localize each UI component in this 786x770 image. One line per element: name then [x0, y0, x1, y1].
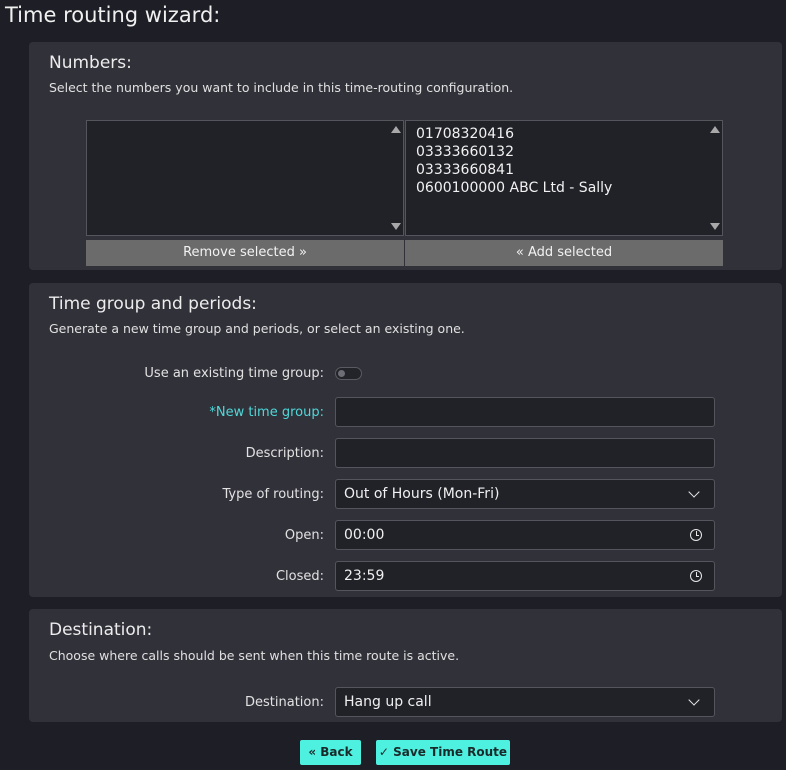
numbers-title: Numbers:	[49, 53, 132, 73]
page-title: Time routing wizard:	[5, 3, 221, 27]
back-button[interactable]: « Back	[300, 740, 361, 765]
list-item[interactable]: 03333660841	[416, 161, 722, 179]
numbers-description: Select the numbers you want to include i…	[49, 80, 514, 95]
destination-description: Choose where calls should be sent when t…	[49, 648, 460, 663]
time-group-description: Generate a new time group and periods, o…	[49, 321, 465, 336]
chevron-down-icon	[688, 694, 700, 706]
list-item[interactable]: 01708320416	[416, 125, 722, 143]
destination-panel: Destination: Choose where calls should b…	[29, 609, 782, 722]
list-item[interactable]: 0600100000 ABC Ltd - Sally	[416, 179, 722, 197]
selected-list-scrollbar[interactable]	[389, 121, 403, 235]
routing-type-select[interactable]: Out of Hours (Mon-Fri)	[335, 479, 715, 509]
destination-value: Hang up call	[344, 694, 432, 710]
use-existing-label: Use an existing time group:	[144, 366, 324, 381]
scroll-up-arrow-icon[interactable]	[391, 126, 401, 133]
clock-icon[interactable]	[690, 570, 702, 582]
remove-selected-button[interactable]: Remove selected »	[86, 240, 404, 266]
toggle-knob	[338, 370, 345, 377]
destination-label: Destination:	[245, 695, 324, 710]
open-time-value: 00:00	[344, 527, 385, 543]
clock-icon[interactable]	[690, 529, 702, 541]
add-selected-button[interactable]: « Add selected	[405, 240, 723, 266]
time-group-panel: Time group and periods: Generate a new t…	[29, 283, 782, 597]
available-list-scrollbar[interactable]	[708, 121, 722, 235]
routing-type-value: Out of Hours (Mon-Fri)	[344, 486, 500, 502]
description-label: Description:	[245, 446, 324, 461]
save-time-route-button[interactable]: ✓ Save Time Route	[376, 740, 510, 765]
selected-numbers-list[interactable]	[86, 120, 404, 236]
numbers-panel: Numbers: Select the numbers you want to …	[29, 42, 782, 270]
routing-type-label: Type of routing:	[222, 487, 325, 502]
scroll-up-arrow-icon[interactable]	[710, 126, 720, 133]
open-label: Open:	[284, 528, 324, 543]
available-numbers-list[interactable]: 01708320416 03333660132 03333660841 0600…	[405, 120, 723, 236]
destination-select[interactable]: Hang up call	[335, 687, 715, 717]
new-time-group-input[interactable]	[335, 397, 715, 427]
scroll-down-arrow-icon[interactable]	[710, 223, 720, 230]
list-item[interactable]: 03333660132	[416, 143, 722, 161]
closed-time-value: 23:59	[344, 568, 385, 584]
new-time-group-label: *New time group:	[209, 405, 324, 420]
destination-title: Destination:	[49, 620, 153, 640]
use-existing-toggle[interactable]	[335, 367, 362, 380]
closed-label: Closed:	[275, 569, 324, 584]
time-group-title: Time group and periods:	[49, 294, 257, 314]
scroll-down-arrow-icon[interactable]	[391, 223, 401, 230]
closed-time-input[interactable]: 23:59	[335, 561, 715, 591]
open-time-input[interactable]: 00:00	[335, 520, 715, 550]
chevron-down-icon	[688, 486, 700, 498]
description-input[interactable]	[335, 438, 715, 468]
